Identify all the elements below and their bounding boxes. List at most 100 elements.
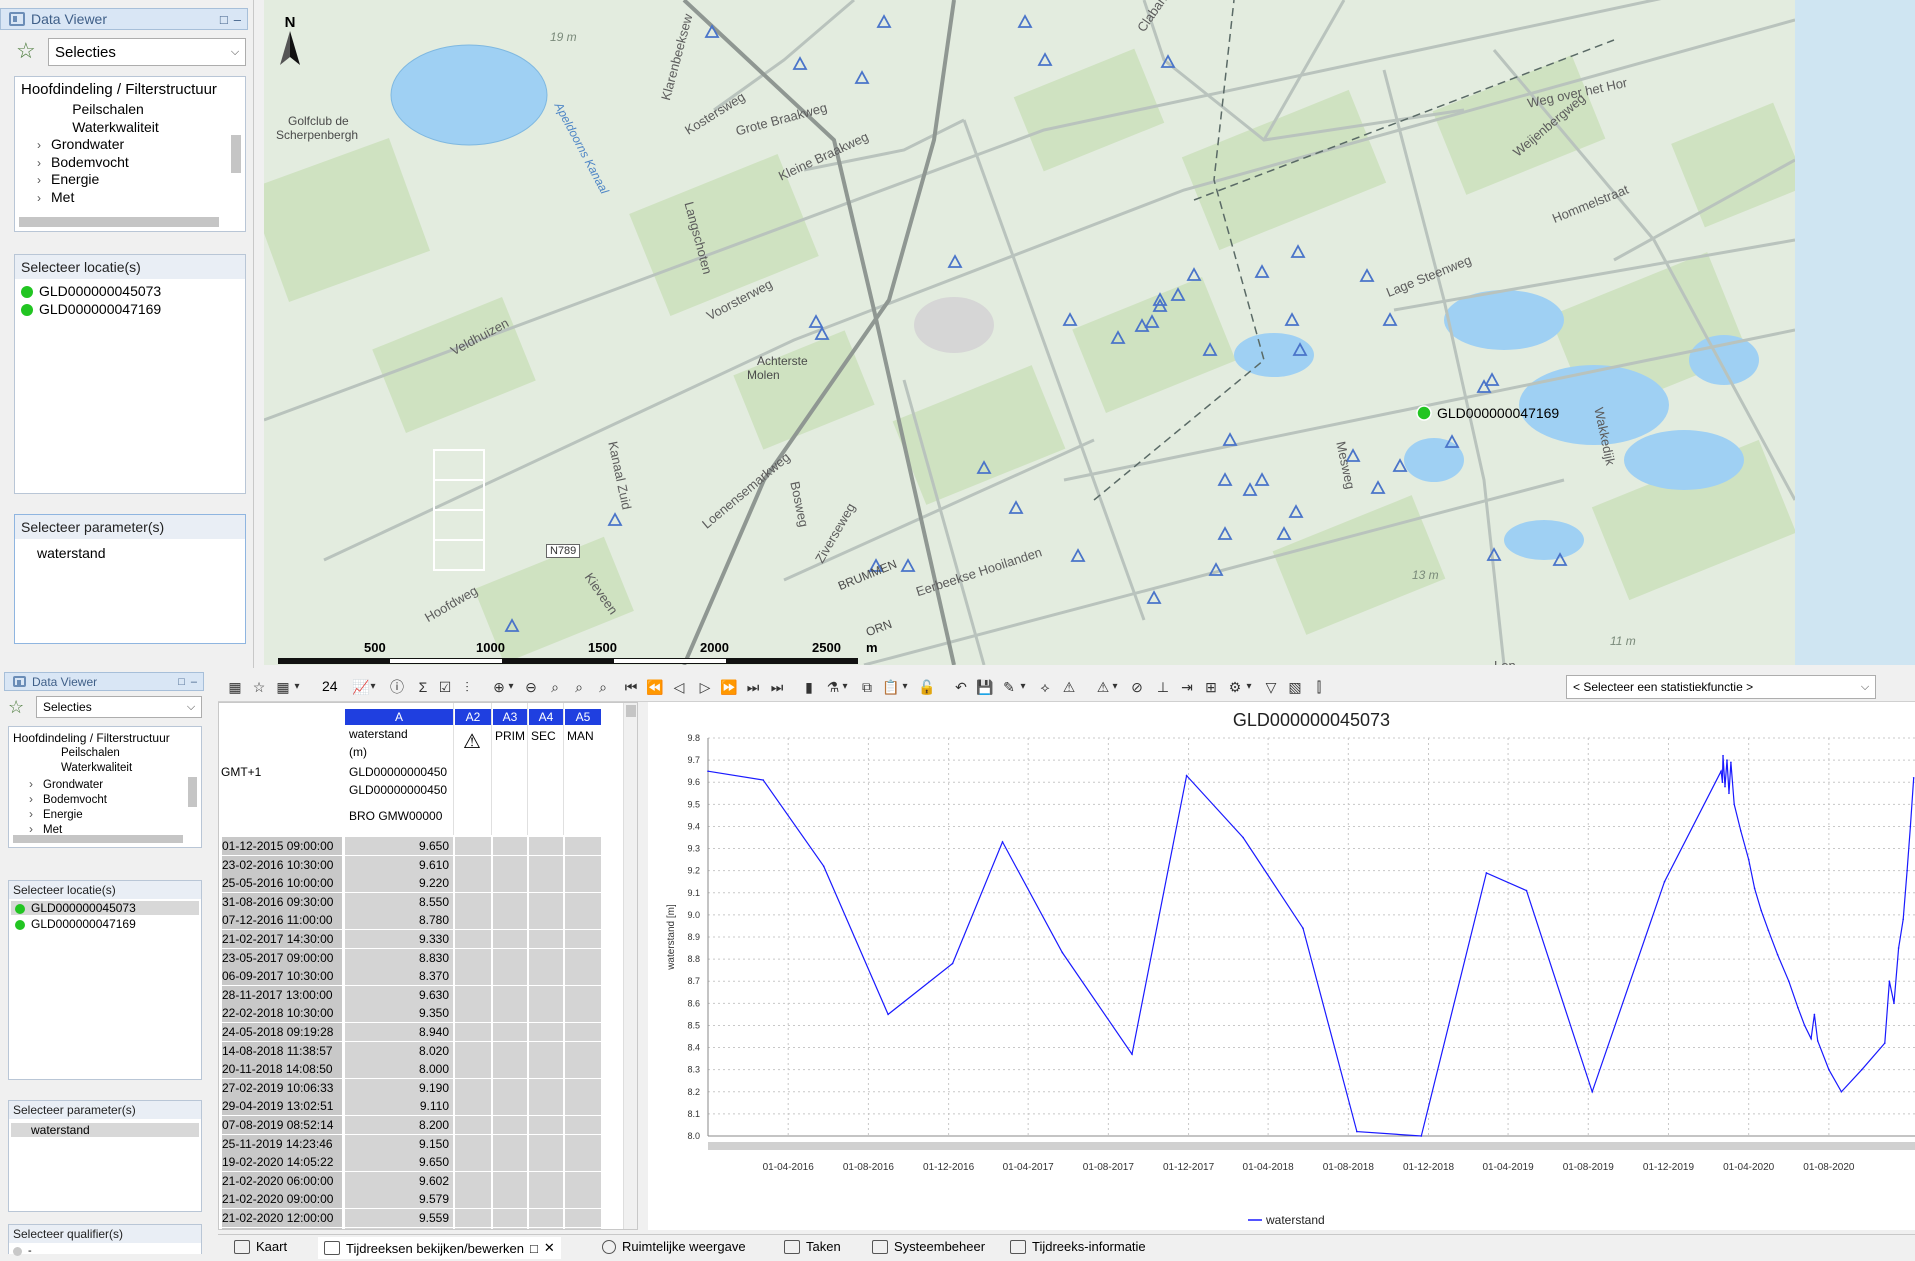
table-row[interactable]: 23-02-2016 10:30:00 9.610 — [219, 855, 637, 874]
table-row[interactable]: 28-11-2017 13:00:00 9.630 — [219, 985, 637, 1004]
top-selection-combo[interactable]: Selecties ⌵ — [48, 38, 246, 66]
checklist-icon[interactable]: ☑ — [436, 678, 454, 696]
row-flag-cell[interactable] — [529, 1171, 563, 1190]
paste-icon[interactable]: 📋 — [882, 678, 900, 696]
row-flag-cell[interactable] — [455, 892, 491, 911]
tree-item[interactable]: Peilschalen — [61, 747, 120, 759]
statistics-function-combo[interactable]: < Selecteer een statistiekfunctie > ⌵ — [1566, 675, 1876, 699]
row-flag-cell[interactable] — [565, 1060, 601, 1079]
tree-item[interactable]: Waterkwaliteit — [72, 119, 159, 135]
series-point[interactable] — [1001, 841, 1004, 843]
row-flag-cell[interactable] — [565, 985, 601, 1004]
series-point[interactable] — [1728, 792, 1730, 795]
row-flag-cell[interactable] — [529, 1078, 563, 1097]
row-flag-cell[interactable] — [529, 930, 563, 948]
series-point[interactable] — [1720, 770, 1722, 772]
marker-icon[interactable]: ▮ — [800, 678, 818, 696]
station-triangle-marker[interactable] — [1242, 482, 1258, 496]
table-row[interactable]: 20-11-2018 14:08:50 8.000 — [219, 1060, 637, 1079]
row-flag-cell[interactable] — [455, 1004, 491, 1023]
row-flag-cell[interactable] — [455, 948, 491, 967]
maximize-icon[interactable]: □ — [530, 1241, 538, 1256]
series-point[interactable] — [707, 770, 709, 772]
row-flag-cell[interactable] — [455, 1023, 491, 1041]
stats-icon[interactable]: ▧ — [1286, 678, 1304, 696]
tab-2[interactable]: Ruimtelijke weergave — [602, 1239, 746, 1254]
station-triangle-marker[interactable] — [1254, 264, 1270, 278]
series-point[interactable] — [1816, 1040, 1819, 1042]
series-point[interactable] — [1810, 1037, 1812, 1040]
station-triangle-marker[interactable] — [1070, 548, 1086, 562]
series-point[interactable] — [1663, 880, 1666, 883]
station-triangle-marker[interactable] — [792, 56, 808, 70]
row-value[interactable]: 8.020 — [345, 1041, 453, 1060]
row-flag-cell[interactable] — [565, 855, 601, 874]
series-point[interactable] — [1760, 909, 1762, 912]
station-triangle-marker[interactable] — [947, 254, 963, 268]
row-flag-cell[interactable] — [493, 1004, 527, 1023]
row-value[interactable]: 9.559 — [345, 1209, 453, 1227]
zoom-fit-icon[interactable]: ⌕ — [546, 678, 564, 696]
row-flag-cell[interactable] — [493, 1097, 527, 1116]
row-flag-cell[interactable] — [565, 1227, 601, 1229]
row-flag-cell[interactable] — [455, 1171, 491, 1190]
row-flag-cell[interactable] — [529, 948, 563, 967]
chevron-down-icon[interactable]: ▾ — [840, 678, 850, 696]
settings-icon[interactable]: ⚙ — [1226, 678, 1244, 696]
close-icon[interactable]: ✕ — [544, 1240, 555, 1256]
location-item[interactable]: GLD000000045073 — [11, 901, 199, 915]
row-flag-cell[interactable] — [565, 1097, 601, 1116]
row-flag-cell[interactable] — [565, 1041, 601, 1060]
row-value[interactable]: 8.780 — [345, 911, 453, 930]
row-value[interactable]: 9.110 — [345, 1097, 453, 1116]
chevron-down-icon[interactable]: ⌵ — [181, 701, 201, 714]
tree-item[interactable]: Waterkwaliteit — [61, 762, 132, 774]
info-icon[interactable]: ⓘ — [388, 678, 406, 696]
row-flag-cell[interactable] — [493, 1023, 527, 1041]
chevron-right-icon[interactable]: › — [29, 822, 43, 836]
station-triangle-marker[interactable] — [1037, 52, 1053, 66]
toolbar-count[interactable]: 24 — [322, 678, 338, 694]
qualifier-item[interactable]: - — [13, 1245, 32, 1257]
series-point[interactable] — [1591, 1090, 1594, 1093]
row-flag-cell[interactable] — [529, 1041, 563, 1060]
station-triangle-marker[interactable] — [1217, 526, 1233, 540]
table-row[interactable]: 25-05-2016 10:00:00 9.220 — [219, 874, 637, 893]
timeseries-chart[interactable]: 8.0 8.1 8.2 8.3 8.4 8.5 8.6 8.7 8.8 8.9 9.0 9.1 9.2 9… — [648, 702, 1915, 1230]
chevron-right-icon[interactable]: › — [29, 807, 43, 821]
series-line-waterstand[interactable] — [707, 755, 1915, 1137]
station-triangle-marker[interactable] — [1359, 268, 1375, 282]
series-point[interactable] — [1525, 889, 1528, 892]
table-row[interactable]: 23-05-2017 09:00:00 8.830 — [219, 948, 637, 967]
row-flag-cell[interactable] — [493, 874, 527, 893]
layout-icon[interactable]: ▦ — [226, 678, 244, 696]
undo-icon[interactable]: ↶ — [952, 678, 970, 696]
row-flag-cell[interactable] — [529, 892, 563, 911]
chevron-right-icon[interactable]: › — [37, 138, 51, 152]
location-item[interactable]: GLD000000045073 — [17, 283, 243, 299]
series-point[interactable] — [1860, 1068, 1863, 1071]
row-value[interactable]: 9.220 — [345, 874, 453, 893]
station-triangle-marker[interactable] — [1486, 547, 1502, 561]
series-point[interactable] — [1897, 947, 1900, 949]
row-value[interactable]: 9.190 — [345, 1078, 453, 1097]
row-flag-cell[interactable] — [565, 1190, 601, 1209]
tree-item[interactable]: › Grondwater — [37, 136, 124, 152]
chevron-right-icon[interactable]: › — [29, 777, 43, 791]
row-flag-cell[interactable] — [455, 1209, 491, 1227]
row-flag-cell[interactable] — [529, 855, 563, 874]
minimize-icon[interactable]: – — [234, 12, 241, 27]
series-point[interactable] — [1753, 887, 1756, 890]
previous-icon[interactable]: ◁ — [670, 678, 688, 696]
row-flag-cell[interactable] — [565, 837, 601, 855]
chevron-down-icon[interactable]: ▾ — [292, 678, 302, 696]
timeseries-table[interactable]: GMT+1 A A2 A3 A4 A5 waterstand (m) GLD00000000… — [218, 702, 638, 1230]
station-triangle-marker[interactable] — [1186, 267, 1202, 281]
table-row[interactable]: 06-09-2017 10:30:00 8.370 — [219, 967, 637, 986]
series-point[interactable] — [1485, 872, 1488, 874]
series-point[interactable] — [1803, 1024, 1806, 1027]
row-flag-cell[interactable] — [565, 948, 601, 967]
row-value[interactable]: 9.350 — [345, 1004, 453, 1023]
unlock-icon[interactable]: 🔓 — [918, 678, 936, 696]
grid-icon[interactable]: ⊞ — [1202, 678, 1220, 696]
